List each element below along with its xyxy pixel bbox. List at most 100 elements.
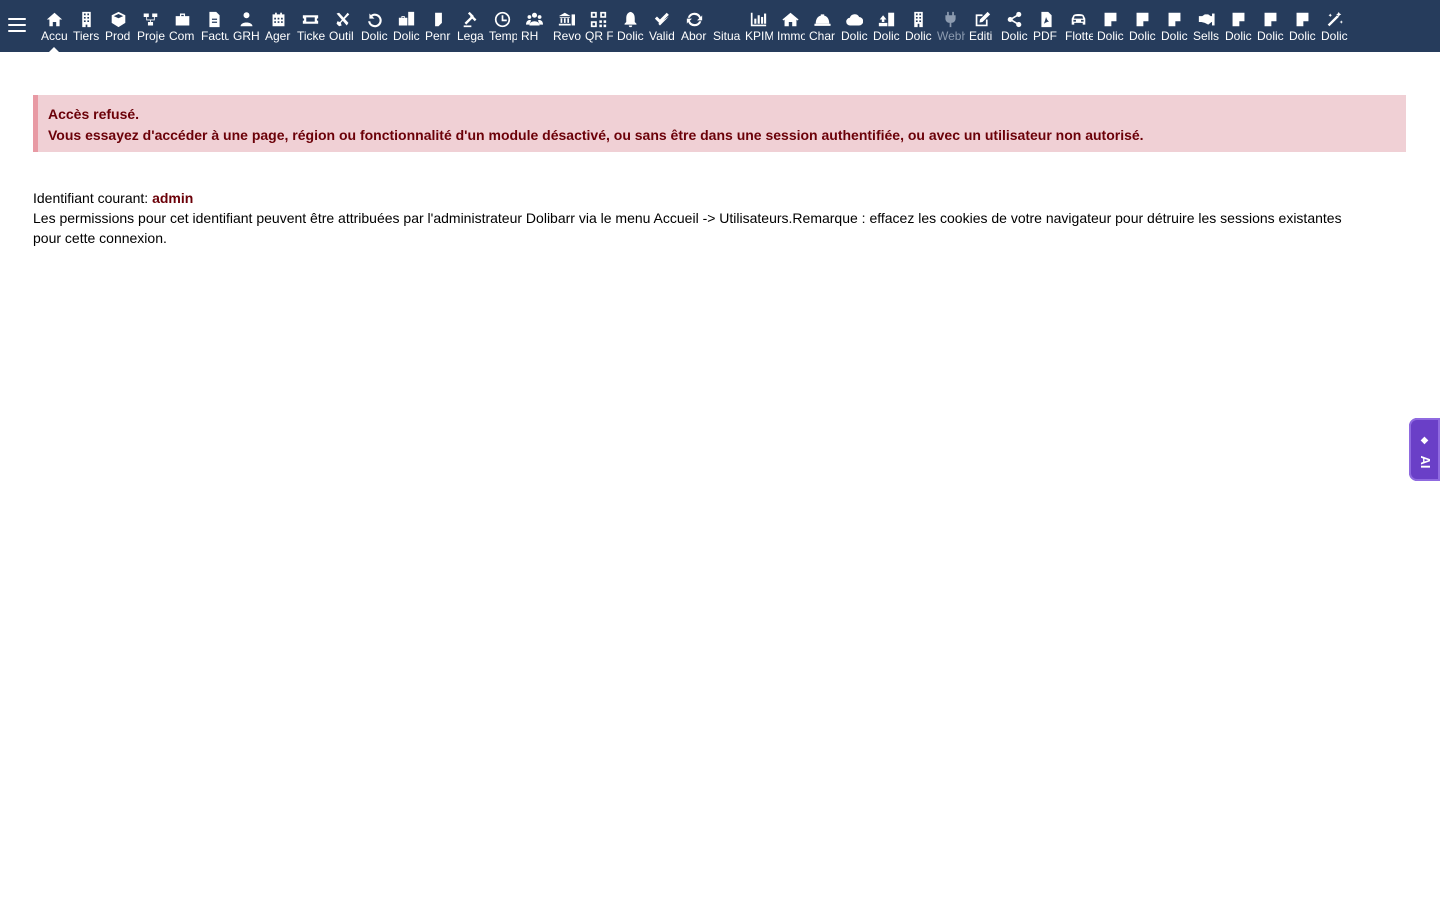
menu-item-25[interactable]: Dolic <box>838 0 870 52</box>
menu-item-label: GRH <box>233 29 260 43</box>
cube-icon <box>108 10 128 28</box>
menu-item-label: Dolic <box>1321 29 1348 43</box>
menu-item-39[interactable]: Dolic <box>1286 0 1318 52</box>
house-icon <box>780 10 800 28</box>
menu-item-7[interactable]: Ager <box>262 0 294 52</box>
menu-item-6[interactable]: GRH <box>230 0 262 52</box>
menu-item-29[interactable]: Editi <box>966 0 998 52</box>
menu-item-30[interactable]: Dolic <box>998 0 1030 52</box>
upload-icon <box>876 10 896 28</box>
menu-item-37[interactable]: Dolic <box>1222 0 1254 52</box>
menu-item-label: Char <box>809 29 836 43</box>
building-icon <box>76 10 96 28</box>
menu-item-4[interactable]: Com <box>166 0 198 52</box>
handshake-icon <box>1196 10 1216 28</box>
menu-item-label: Dolic <box>1257 29 1284 43</box>
menu-item-10[interactable]: Dolic <box>358 0 390 52</box>
menu-item-35[interactable]: Dolic <box>1158 0 1190 52</box>
menu-item-label: Accu <box>41 29 68 43</box>
plug-icon <box>940 10 960 28</box>
note-icon <box>1228 10 1248 28</box>
menu-item-15[interactable]: RH <box>518 0 550 52</box>
menu-item-label: RH <box>521 29 539 43</box>
menu-item-38[interactable]: Dolic <box>1254 0 1286 52</box>
doc-icon <box>428 10 448 28</box>
menu-item-label: Tiers <box>73 29 100 43</box>
helmet-icon <box>812 10 832 28</box>
tools-icon <box>332 10 352 28</box>
ai-tab-label: AI <box>1418 455 1433 469</box>
error-message: Vous essayez d'accéder à une page, régio… <box>48 127 1144 143</box>
people-icon <box>236 10 256 28</box>
menu-item-5[interactable]: Factu <box>198 0 230 52</box>
note-icon <box>1132 10 1152 28</box>
menu-item-34[interactable]: Dolic <box>1126 0 1158 52</box>
blank-icon <box>716 10 736 28</box>
menu-item-label: Factu <box>201 29 229 43</box>
menu-item-label: Dolic <box>873 29 900 43</box>
menu-item-11[interactable]: Dolic <box>390 0 422 52</box>
note-icon <box>1292 10 1312 28</box>
permissions-note: Les permissions pour cet identifiant peu… <box>33 210 1342 246</box>
menu-item-3[interactable]: Proje <box>134 0 166 52</box>
menu-item-label: Lega <box>457 29 484 43</box>
menu-item-40[interactable]: Dolic <box>1318 0 1350 52</box>
menu-item-27[interactable]: Dolic <box>902 0 934 52</box>
menu-item-16[interactable]: Revo <box>550 0 582 52</box>
menu-item-label: Ticke <box>297 29 325 43</box>
note-icon <box>1164 10 1184 28</box>
menu-item-14[interactable]: Temp <box>486 0 518 52</box>
menu-item-label: Temp <box>489 29 517 43</box>
menu-item-1[interactable]: Tiers <box>70 0 102 52</box>
menu-item-label: Webh <box>937 29 965 43</box>
menu-item-label: Dolic <box>905 29 932 43</box>
menu-item-label: PDF <box>1033 29 1057 43</box>
menu-item-2[interactable]: Prod <box>102 0 134 52</box>
menu-item-label: Dolic <box>1097 29 1124 43</box>
menu-item-17[interactable]: QR F <box>582 0 614 52</box>
qrcode-icon <box>588 10 608 28</box>
menu-item-label: Abor <box>681 29 707 43</box>
double-check-icon <box>652 10 672 28</box>
menu-item-20[interactable]: Abor <box>678 0 710 52</box>
menu-item-label: Dolic <box>1161 29 1188 43</box>
menu-item-8[interactable]: Ticke <box>294 0 326 52</box>
menu-item-label: Sells <box>1193 29 1220 43</box>
menu-item-33[interactable]: Dolic <box>1094 0 1126 52</box>
menu-item-label: Dolic <box>1225 29 1252 43</box>
menu-item-0[interactable]: Accu <box>38 0 70 52</box>
magic-icon <box>1324 10 1344 28</box>
refresh-icon <box>684 10 704 28</box>
menu-item-24[interactable]: Char <box>806 0 838 52</box>
menu-item-label: Valid <box>649 29 675 43</box>
home-icon <box>44 10 64 28</box>
menu-item-23[interactable]: Immo <box>774 0 806 52</box>
ai-assistant-tab[interactable]: ◆ AI <box>1409 418 1440 481</box>
menu-item-label: Prod <box>105 29 131 43</box>
menu-item-19[interactable]: Valid <box>646 0 678 52</box>
hamburger-menu-icon[interactable] <box>8 16 26 32</box>
menu-item-label: Com <box>169 29 195 43</box>
menu-item-label: KPIM <box>745 29 773 43</box>
menu-item-31[interactable]: PDF <box>1030 0 1062 52</box>
tower-icon <box>908 10 928 28</box>
menu-item-18[interactable]: Dolic <box>614 0 646 52</box>
bell-icon <box>620 10 640 28</box>
menu-item-36[interactable]: Sells <box>1190 0 1222 52</box>
menu-item-label: Penr <box>425 29 451 43</box>
briefcase-doc-icon <box>396 10 416 28</box>
menu-item-label: Flotte <box>1065 29 1093 43</box>
menu-item-label: QR F <box>585 29 613 43</box>
cloud-icon <box>844 10 864 28</box>
menu-item-21[interactable]: Situa <box>710 0 742 52</box>
menu-item-28[interactable]: Webh <box>934 0 966 52</box>
menu-item-12[interactable]: Penr <box>422 0 454 52</box>
menu-item-22[interactable]: KPIM <box>742 0 774 52</box>
group-icon <box>524 10 544 28</box>
menu-item-32[interactable]: Flotte <box>1062 0 1094 52</box>
menu-item-26[interactable]: Dolic <box>870 0 902 52</box>
menu-item-9[interactable]: Outil <box>326 0 358 52</box>
calendar-icon <box>268 10 288 28</box>
chart-icon <box>748 10 768 28</box>
menu-item-13[interactable]: Lega <box>454 0 486 52</box>
